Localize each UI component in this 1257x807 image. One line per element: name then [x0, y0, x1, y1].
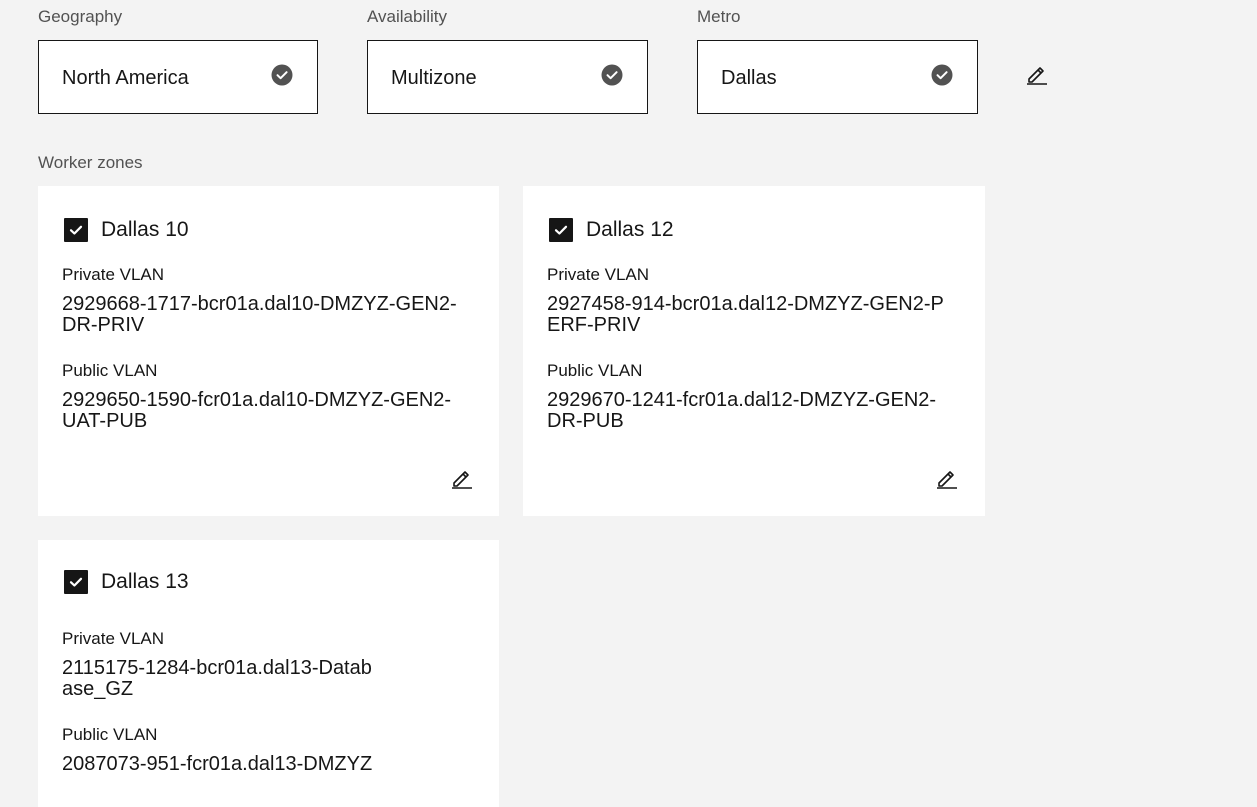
- public-vlan-value: 2929650-1590-fcr01a.dal10-DMZYZ-GEN2-UAT…: [62, 389, 452, 432]
- zone-header: Dallas 12: [549, 217, 674, 243]
- checkmark-filled-icon: [601, 64, 623, 86]
- availability-label: Availability: [367, 7, 448, 26]
- cluster-location-page: Geography North America Availability Mul…: [0, 0, 1257, 807]
- checkbox-checked-icon: [554, 225, 568, 235]
- checkmark-filled-icon: [271, 64, 293, 86]
- availability-value: Multizone: [391, 67, 477, 89]
- public-vlan-label: Public VLAN: [62, 725, 158, 744]
- edit-vlan-pencil-icon[interactable]: [936, 467, 958, 489]
- availability-field: Availability Multizone: [367, 6, 648, 114]
- zone-checkbox[interactable]: [549, 218, 573, 242]
- zone-card-dallas-10: Dallas 10 Private VLAN 2929668-1717-bcr0…: [38, 186, 499, 516]
- public-vlan-label: Public VLAN: [62, 361, 158, 380]
- checkbox-checked-icon: [69, 577, 83, 587]
- private-vlan-value: 2115175-1284-bcr01a.dal13-Database_GZ: [62, 657, 372, 700]
- public-vlan-value: 2087073-951-fcr01a.dal13-DMZYZ: [62, 753, 373, 775]
- zone-card-dallas-13: Dallas 13 Private VLAN 2115175-1284-bcr0…: [38, 540, 499, 807]
- zone-checkbox[interactable]: [64, 218, 88, 242]
- zone-name: Dallas 10: [101, 218, 189, 241]
- zone-header: Dallas 13: [64, 569, 189, 595]
- zone-header: Dallas 10: [64, 217, 189, 243]
- geography-field: Geography North America: [38, 6, 318, 114]
- geography-label: Geography: [38, 7, 123, 26]
- metro-select-tile[interactable]: Dallas: [697, 40, 978, 114]
- public-vlan-value: 2929670-1241-fcr01a.dal12-DMZYZ-GEN2-DR-…: [547, 389, 937, 432]
- zone-checkbox[interactable]: [64, 570, 88, 594]
- private-vlan-label: Private VLAN: [547, 265, 650, 284]
- checkbox-checked-icon: [69, 225, 83, 235]
- public-vlan-label: Public VLAN: [547, 361, 643, 380]
- geography-value: North America: [62, 67, 189, 89]
- checkmark-filled-icon: [931, 64, 953, 86]
- worker-zones-label: Worker zones: [38, 153, 143, 172]
- private-vlan-label: Private VLAN: [62, 265, 165, 284]
- metro-field: Metro Dallas: [697, 6, 978, 114]
- private-vlan-label: Private VLAN: [62, 629, 165, 648]
- private-vlan-value: 2929668-1717-bcr01a.dal10-DMZYZ-GEN2-DR-…: [62, 293, 457, 336]
- private-vlan-value: 2927458-914-bcr01a.dal12-DMZYZ-GEN2-PERF…: [547, 293, 944, 336]
- metro-label: Metro: [697, 7, 741, 26]
- zone-name: Dallas 12: [586, 218, 674, 241]
- availability-select-tile[interactable]: Multizone: [367, 40, 648, 114]
- edit-vlan-pencil-icon[interactable]: [451, 467, 473, 489]
- zone-name: Dallas 13: [101, 570, 189, 593]
- zone-card-dallas-12: Dallas 12 Private VLAN 2927458-914-bcr01…: [523, 186, 985, 516]
- edit-location-pencil-icon[interactable]: [1026, 63, 1048, 85]
- metro-value: Dallas: [721, 67, 777, 89]
- geography-select-tile[interactable]: North America: [38, 40, 318, 114]
